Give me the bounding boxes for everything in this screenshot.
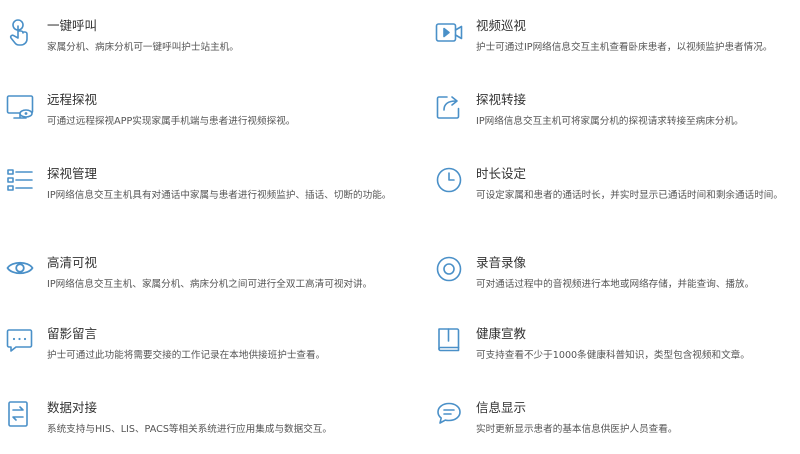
feature-title: 数据对接 bbox=[47, 400, 98, 415]
book-icon bbox=[435, 326, 465, 356]
feature-title: 远程探视 bbox=[47, 92, 98, 107]
feature-description: 系统支持与HIS、LIS、PACS等相关系统进行应用集成与数据交互。 bbox=[47, 424, 333, 435]
feature-title: 时长设定 bbox=[476, 166, 527, 181]
tap-finger-icon bbox=[6, 18, 36, 48]
feature-description: 护士可通过此功能将需要交接的工作记录在本地供接班护士查看。 bbox=[47, 350, 326, 361]
list-manage-icon bbox=[6, 166, 36, 196]
feature-title: 一键呼叫 bbox=[47, 18, 98, 33]
feature-title: 留影留言 bbox=[47, 326, 98, 341]
eye-icon bbox=[6, 255, 36, 285]
video-camera-icon bbox=[435, 18, 465, 48]
feature-title: 信息显示 bbox=[476, 400, 527, 415]
feature-description: 可支持查看不少于1000条健康科普知识，类型包含视频和文章。 bbox=[476, 350, 750, 361]
feature-description: 可对通话过程中的音视频进行本地或网络存储，并能查询、播放。 bbox=[476, 279, 755, 290]
feature-description: IP网络信息交互主机、家属分机、病床分机之间可进行全双工高清可视对讲。 bbox=[47, 279, 373, 290]
feature-title: 录音录像 bbox=[476, 255, 527, 270]
feature-description: 实时更新显示患者的基本信息供医护人员查看。 bbox=[476, 424, 678, 435]
feature-description: IP网络信息交互主机具有对通话中家属与患者进行视频监护、插话、切断的功能。 bbox=[47, 190, 392, 201]
chat-info-icon bbox=[435, 400, 465, 430]
feature-title: 探视管理 bbox=[47, 166, 98, 181]
clock-icon bbox=[435, 166, 465, 196]
feature-description: 可通过远程探视APP实现家属手机端与患者进行视频探视。 bbox=[47, 116, 296, 127]
data-exchange-icon bbox=[6, 400, 36, 430]
feature-description: IP网络信息交互主机可将家属分机的探视请求转接至病床分机。 bbox=[476, 116, 744, 127]
feature-title: 健康宣教 bbox=[476, 326, 527, 341]
feature-description: 护士可通过IP网络信息交互主机查看卧床患者，以视频监护患者情况。 bbox=[476, 42, 773, 53]
feature-description: 可设定家属和患者的通话时长，并实时显示已通话时间和剩余通话时间。 bbox=[476, 190, 783, 201]
feature-title: 视频巡视 bbox=[476, 18, 527, 33]
feature-title: 探视转接 bbox=[476, 92, 527, 107]
feature-description: 家属分机、病床分机可一键呼叫护士站主机。 bbox=[47, 42, 239, 53]
monitor-eye-icon bbox=[6, 92, 36, 122]
message-dots-icon bbox=[6, 326, 36, 356]
record-icon bbox=[435, 255, 465, 285]
feature-title: 高清可视 bbox=[47, 255, 98, 270]
share-transfer-icon bbox=[435, 92, 465, 122]
